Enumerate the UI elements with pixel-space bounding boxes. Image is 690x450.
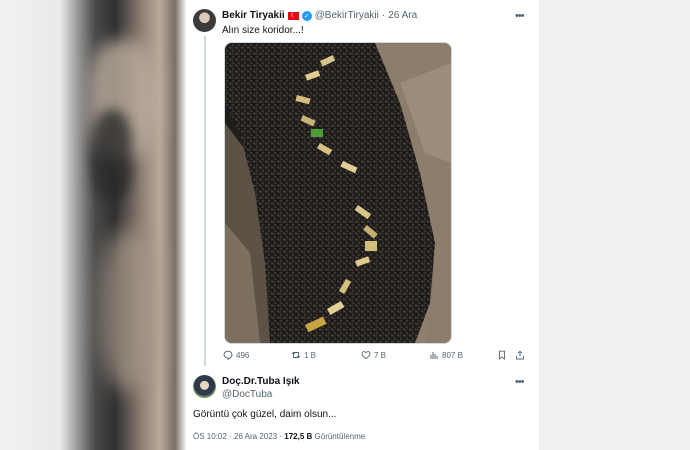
like-button[interactable]: 7 B — [361, 350, 386, 360]
turkey-flag-icon: ☾ — [287, 11, 299, 20]
reply-text: Görüntü çok güzel, daim olsun... — [193, 409, 337, 420]
tweet-header: Bekir Tiryakii ☾ ✓ @BekirTiryakii · 26 A… — [222, 10, 417, 21]
reply-author-handle[interactable]: @DocTuba — [222, 389, 272, 400]
separator-dot: · — [229, 432, 232, 441]
tweet-photo[interactable] — [224, 42, 452, 344]
tweet-text: Alın size koridor...! — [222, 25, 304, 36]
reply-time[interactable]: ÖS 10:02 — [193, 432, 227, 441]
more-options-icon[interactable]: ••• — [515, 10, 525, 22]
reply-view-count: 172,5 B — [284, 432, 313, 441]
reply-icon — [223, 350, 233, 360]
reply-header: Doç.Dr.Tuba Işık — [222, 376, 300, 387]
aerial-crowd-image — [225, 43, 451, 343]
author-name[interactable]: Bekir Tiryakii — [222, 10, 285, 21]
author-avatar[interactable] — [193, 9, 216, 32]
reply-metadata: ÖS 10:02 · 26 Ara 2023 · 172,5 B Görüntü… — [193, 432, 365, 441]
bookmark-button[interactable] — [497, 350, 507, 360]
tweet-actions-bar: 496 1 B 7 B 807 B — [223, 350, 529, 362]
author-handle[interactable]: @BekirTiryakii — [315, 10, 379, 21]
separator-dot: · — [381, 10, 386, 21]
reply-author-name[interactable]: Doç.Dr.Tuba Işık — [222, 376, 300, 387]
reply-views-label: Görüntülenme — [314, 432, 366, 441]
separator-dot: · — [279, 432, 283, 441]
retweet-icon — [291, 351, 301, 359]
share-icon — [516, 350, 524, 360]
views-button[interactable]: 807 B — [429, 350, 463, 360]
reply-count: 496 — [236, 350, 250, 360]
reply-date[interactable]: 26 Ara 2023 — [234, 432, 277, 441]
reply-author-avatar[interactable] — [193, 375, 216, 398]
reply-handle-row: @DocTuba — [222, 389, 272, 400]
view-count: 807 B — [442, 350, 463, 360]
blurred-shape — [100, 230, 160, 390]
reply-button[interactable]: 496 — [223, 350, 249, 360]
verified-badge-icon: ✓ — [301, 10, 312, 21]
blurred-shape — [92, 110, 132, 200]
blurred-background-left — [0, 0, 185, 450]
reply-more-options-icon[interactable]: ••• — [515, 376, 525, 388]
analytics-icon — [430, 352, 438, 359]
bookmark-icon — [499, 350, 505, 360]
thread-connector-line — [204, 36, 206, 366]
heart-icon — [361, 351, 371, 360]
like-count: 7 B — [374, 350, 387, 360]
blurred-background-right — [538, 0, 690, 450]
retweet-count: 1 B — [304, 350, 317, 360]
share-button[interactable] — [515, 350, 525, 360]
retweet-button[interactable]: 1 B — [291, 350, 316, 360]
tweet-date[interactable]: 26 Ara — [388, 10, 417, 21]
